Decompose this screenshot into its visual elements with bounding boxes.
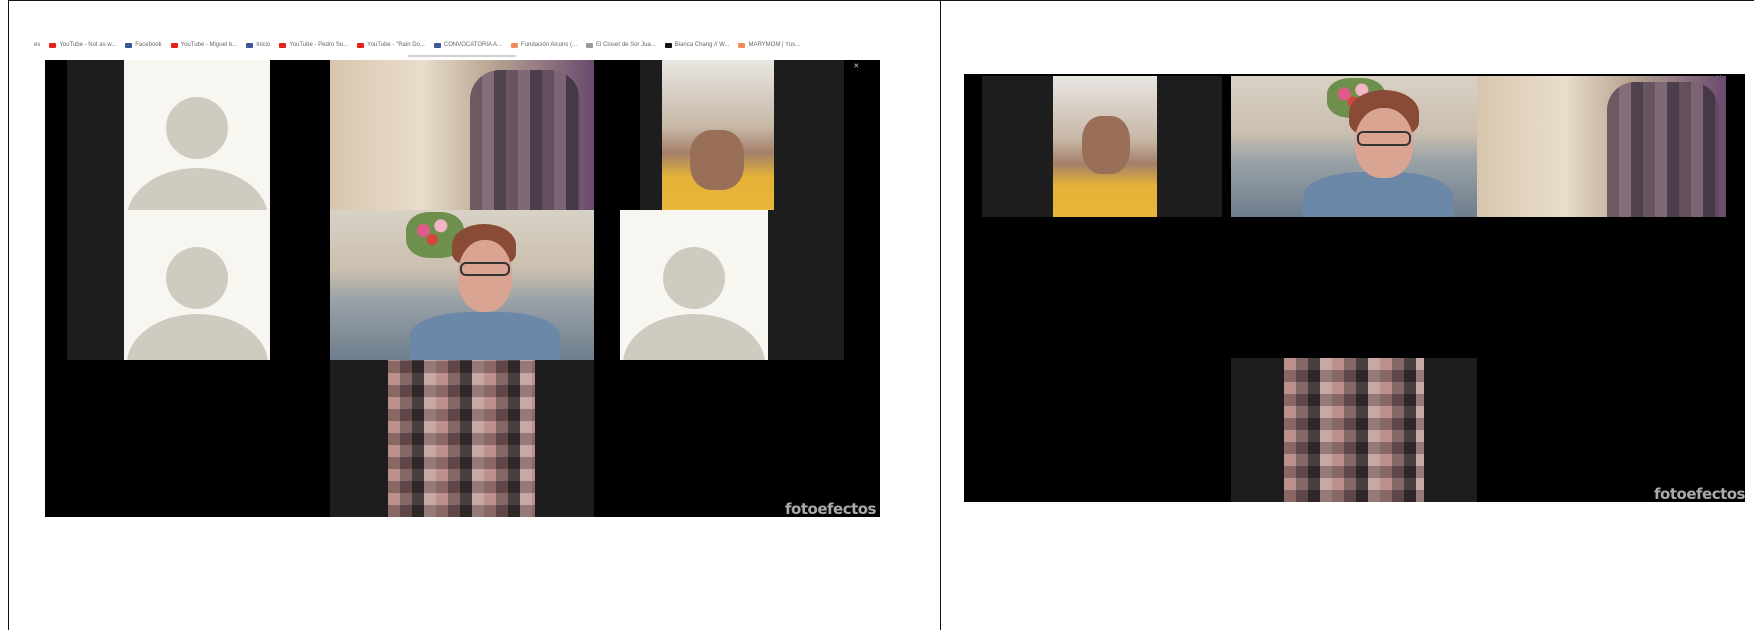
glasses-icon	[1357, 131, 1411, 146]
participant-tile-2-active-speaker[interactable]	[1231, 76, 1477, 217]
youtube-icon	[170, 42, 178, 48]
avatar-placeholder-icon	[663, 247, 725, 309]
bookmark-item[interactable]: YouTube - Not as w...	[49, 42, 116, 48]
pixelated-face	[470, 70, 580, 210]
bookmark-label: YouTube - Not as w...	[59, 42, 117, 48]
bookmark-label: YouTube - "Rain Do...	[367, 42, 425, 48]
bookmark-item[interactable]: YouTube - Miguel b...	[170, 42, 238, 48]
pixelated-face	[690, 130, 744, 190]
bookmark-item[interactable]: Facebook	[125, 42, 162, 48]
bookmark-item[interactable]: CONVOCATORIA A...	[433, 42, 503, 48]
participant-tile-1[interactable]	[982, 76, 1222, 217]
speaker-body	[1303, 172, 1453, 217]
participant-tile-6[interactable]	[620, 210, 844, 360]
bookmark-label: CONVOCATORIA A...	[443, 42, 503, 48]
zoom-gallery-view: – ▫ ✕	[45, 60, 880, 517]
pixelated-face	[1607, 82, 1719, 217]
zoom-gallery-view-active-speaker: ✕ fotoefectos	[964, 74, 1745, 502]
bookmark-item[interactable]: YouTube - Pedro So...	[279, 42, 348, 48]
bookmark-item[interactable]: Fundación Alcons (...	[511, 42, 577, 48]
bookmark-label: es	[34, 42, 41, 48]
bookmarks-bar: es YouTube - Not as w... Facebook YouTube -…	[34, 38, 879, 52]
participant-tile-4[interactable]	[67, 210, 270, 360]
avatar-placeholder-icon	[166, 97, 228, 159]
bookmark-item[interactable]: Bianca Chang // W...	[664, 42, 730, 48]
participant-tile-5[interactable]	[330, 210, 594, 360]
facebook-icon	[433, 42, 441, 48]
bookmark-icon	[586, 42, 594, 48]
bookmark-item[interactable]: YouTube - "Rain Do...	[357, 42, 425, 48]
bookmark-item[interactable]: es	[34, 42, 40, 48]
participant-tile-2[interactable]	[330, 60, 594, 210]
site-icon	[511, 42, 519, 48]
site-black-icon	[664, 42, 672, 48]
youtube-icon	[279, 42, 287, 48]
facebook-icon	[125, 42, 133, 48]
bookmark-label: Bianca Chang // W...	[674, 42, 730, 48]
bookmark-label: Inicio	[256, 42, 271, 48]
participant-tile-1[interactable]	[67, 60, 270, 210]
avatar-body	[127, 314, 268, 360]
avatar-placeholder-icon	[166, 247, 228, 309]
bookmark-label: YouTube - Pedro So...	[289, 42, 349, 48]
bookmark-item[interactable]: MARYMOM | Yus...	[738, 42, 800, 48]
bookmark-label: Fundación Alcons (...	[521, 42, 578, 48]
participant-tile-4[interactable]	[1231, 358, 1477, 502]
youtube-icon	[49, 42, 57, 48]
speaker-face	[458, 240, 512, 312]
bookmark-label: YouTube - Miguel b...	[180, 42, 238, 48]
bookmark-item[interactable]: El Closet de Sor Jua...	[586, 42, 656, 48]
bookmark-item[interactable]: Inicio	[246, 42, 270, 48]
bookmark-label: MARYMOM | Yus...	[748, 42, 801, 48]
bookmark-label: Facebook	[135, 42, 162, 48]
bookmark-label: El Closet de Sor Jua...	[596, 42, 656, 48]
watermark: fotoefectos	[1654, 485, 1745, 502]
avatar-body	[623, 314, 765, 360]
avatar-card	[124, 210, 270, 360]
glasses-icon	[460, 262, 510, 276]
youtube-icon	[357, 42, 365, 48]
watermark: fotoefectos	[785, 500, 876, 517]
participant-tile-7[interactable]	[330, 360, 594, 517]
participant-tile-3[interactable]	[640, 60, 844, 210]
participant-tile-3[interactable]	[1477, 76, 1726, 217]
avatar-body	[127, 168, 268, 210]
pixelated-video-feed	[1284, 358, 1424, 502]
bookmarks-scroll-thumb[interactable]	[408, 55, 516, 57]
pixelated-video-feed	[388, 360, 535, 517]
speaker-body	[410, 312, 560, 360]
site-icon	[738, 42, 746, 48]
facebook-icon	[246, 42, 254, 48]
close-icon[interactable]: ✕	[853, 62, 859, 70]
avatar-card	[620, 210, 768, 360]
pixelated-face	[1082, 116, 1130, 174]
avatar-card	[124, 60, 270, 210]
